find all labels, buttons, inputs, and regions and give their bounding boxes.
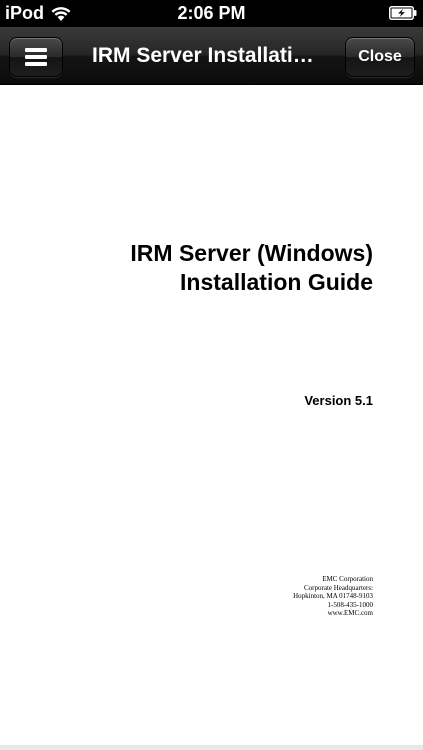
document-title-line-2: Installation Guide [180, 269, 373, 295]
document-title: IRM Server (Windows) Installation Guide [130, 239, 373, 297]
address-line: Hopkinton, MA 01748-9103 [293, 592, 373, 601]
status-time: 2:06 PM [177, 3, 246, 23]
address-line: EMC Corporation [322, 575, 373, 583]
address-line: 1-508-435-1000 [327, 600, 374, 609]
document-version: Version 5.1 [304, 393, 373, 408]
address-line: www.EMC.com [327, 609, 373, 618]
close-button[interactable]: Close [345, 37, 415, 77]
company-address: EMC Corporation Corporate Headquarters: … [293, 575, 373, 618]
document-page[interactable]: IRM Server (Windows) Installation Guide … [0, 85, 423, 745]
address-line: Corporate Headquarters: [304, 583, 373, 592]
bottom-edge [0, 745, 423, 750]
status-bar: iPod 2:06 PM [0, 0, 423, 27]
document-title-line-1: IRM Server (Windows) [130, 240, 373, 266]
screen: iPod 2:06 PM IRM Server Installati… Clos… [0, 0, 423, 750]
navigation-bar: IRM Server Installati… Close [0, 27, 423, 85]
menu-button[interactable] [9, 37, 63, 77]
nav-title: IRM Server Installati… [92, 44, 314, 67]
battery-charging-icon [389, 6, 417, 20]
